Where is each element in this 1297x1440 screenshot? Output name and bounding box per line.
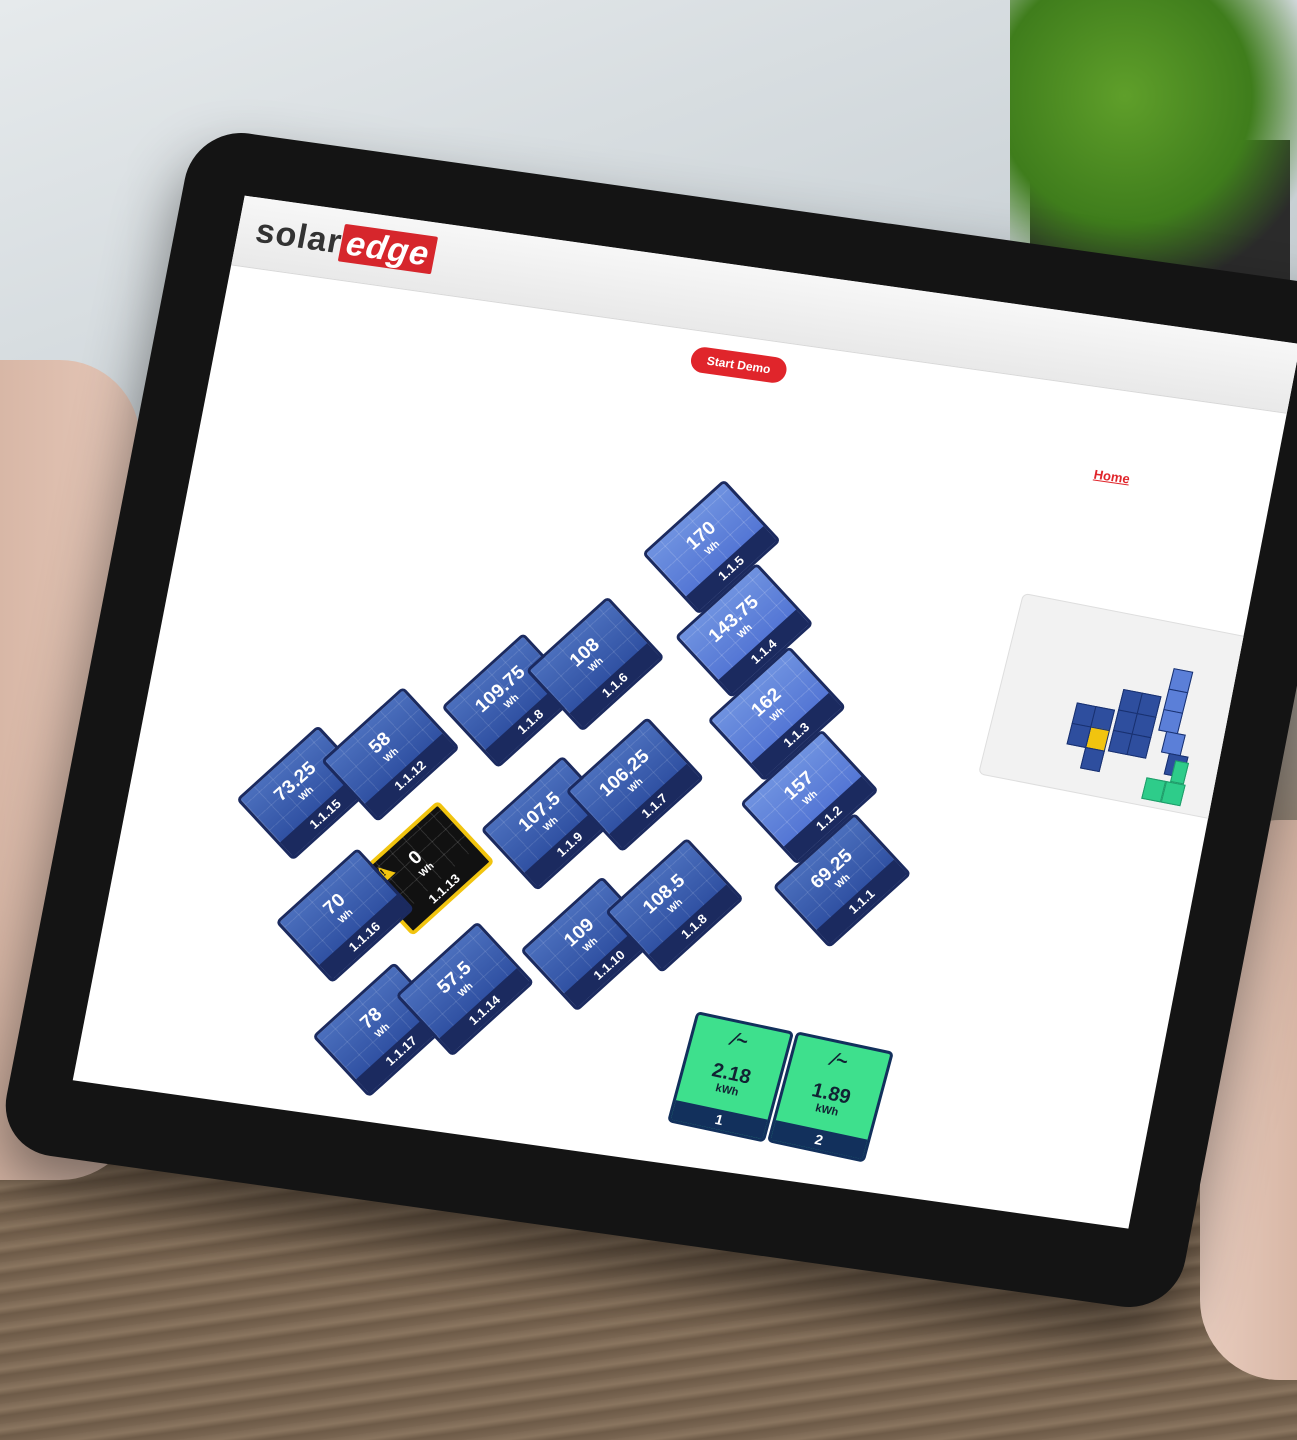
minimap-cell xyxy=(1079,746,1105,773)
minimap-cell xyxy=(1160,731,1186,757)
tablet-device: solaredge Start Demo Home 73.25 Wh 1.1.1… xyxy=(0,126,1297,1314)
minimap-cell xyxy=(1126,733,1152,759)
inverter-icon: ⁄~ xyxy=(829,1048,851,1074)
minimap-cell xyxy=(1158,709,1184,735)
app-screen: solaredge Start Demo Home 73.25 Wh 1.1.1… xyxy=(72,195,1297,1229)
inverter-icon: ⁄~ xyxy=(730,1028,751,1054)
minimap-inverter-cell xyxy=(1160,781,1186,807)
